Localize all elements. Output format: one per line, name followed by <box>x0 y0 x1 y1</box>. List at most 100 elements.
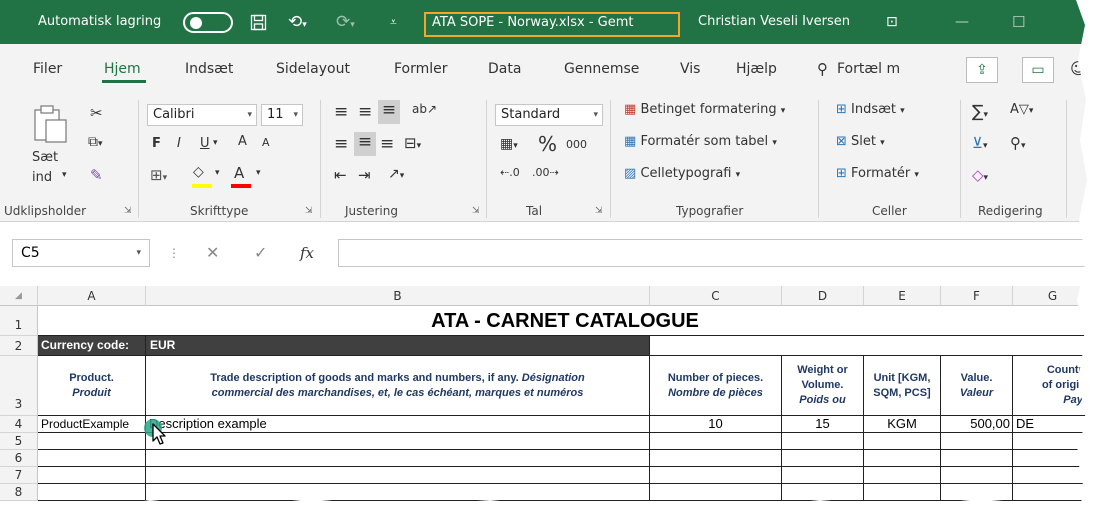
column-header-b[interactable]: B <box>146 286 650 306</box>
font-color-icon[interactable]: A <box>234 164 244 182</box>
format-painter-icon[interactable]: ✎ <box>90 166 103 184</box>
header-description[interactable]: Trade description of goods and marks and… <box>146 356 650 416</box>
grid-cell[interactable] <box>1013 450 1093 467</box>
increase-decimal-icon[interactable]: ⇠.0 <box>500 166 520 179</box>
conditional-formatting-button[interactable]: ▦ Betinget formatering ▾ <box>624 102 785 117</box>
font-size-select[interactable]: 11 ▾ <box>261 104 303 126</box>
decrease-decimal-icon[interactable]: .00⇢ <box>532 166 559 179</box>
quick-access-customize-icon[interactable]: ⩡ <box>390 0 397 44</box>
grid-cell[interactable] <box>1013 484 1093 501</box>
grid-cell[interactable] <box>146 450 650 467</box>
tab-view[interactable]: Vis <box>680 44 700 94</box>
fill-color-icon[interactable]: ◇ <box>193 164 204 180</box>
comments-icon[interactable]: ▭ <box>1022 57 1054 83</box>
cell-styles-button[interactable]: ▨ Celletypografi ▾ <box>624 166 740 181</box>
grid-cell[interactable] <box>864 450 941 467</box>
grid-cell[interactable] <box>146 433 650 450</box>
align-left-icon[interactable]: ≡ <box>334 134 348 154</box>
increase-indent-icon[interactable]: ⇥ <box>358 166 371 184</box>
align-right-icon[interactable]: ≡ <box>380 134 394 154</box>
cell-d4-weight[interactable]: 15 <box>782 416 864 433</box>
column-header-f[interactable]: F <box>941 286 1013 306</box>
grid-cell[interactable] <box>864 433 941 450</box>
grid-cell[interactable] <box>941 467 1013 484</box>
grid-cell[interactable] <box>38 484 146 501</box>
minimize-icon[interactable]: — <box>955 0 969 44</box>
redo-icon[interactable]: ⟳▾ <box>336 0 355 44</box>
tab-data[interactable]: Data <box>488 44 521 94</box>
cell-e4-unit[interactable]: KGM <box>864 416 941 433</box>
tab-help[interactable]: Hjælp <box>736 44 777 94</box>
number-launcher-icon[interactable]: ⇲ <box>595 206 603 216</box>
enter-icon[interactable]: ✓ <box>254 239 267 267</box>
autosave-toggle[interactable] <box>183 12 233 33</box>
catalogue-title[interactable]: ATA - CARNET CATALOGUE <box>38 306 1093 336</box>
grid-cell[interactable] <box>782 484 864 501</box>
cell-f4-value[interactable]: 500,00 <box>941 416 1013 433</box>
row-header-6[interactable]: 6 <box>0 450 38 467</box>
column-header-c[interactable]: C <box>650 286 782 306</box>
format-cells-button[interactable]: ⊞ Formatér ▾ <box>836 166 919 181</box>
align-top-icon[interactable]: ≡ <box>334 102 348 122</box>
grid-cell[interactable] <box>146 484 650 501</box>
grid-cell[interactable] <box>941 433 1013 450</box>
tab-page-layout[interactable]: Sidelayout <box>276 44 350 94</box>
shrink-font-button[interactable]: A <box>262 136 270 149</box>
header-pieces[interactable]: Number of pieces. Nombre de pièces <box>650 356 782 416</box>
copy-icon[interactable]: ⧉▾ <box>88 134 103 150</box>
cell-c4-pieces[interactable]: 10 <box>650 416 782 433</box>
find-select-icon[interactable]: ⚲▾ <box>1010 134 1026 152</box>
italic-button[interactable]: I <box>177 136 181 151</box>
grid-cell[interactable] <box>38 450 146 467</box>
header-product[interactable]: Product. Produit <box>38 356 146 416</box>
tab-formulas[interactable]: Formler <box>394 44 448 94</box>
column-header-d[interactable]: D <box>782 286 864 306</box>
grid-cell[interactable] <box>782 467 864 484</box>
grid-cell[interactable] <box>941 450 1013 467</box>
format-as-table-button[interactable]: ▦ Formatér som tabel ▾ <box>624 134 777 149</box>
grid-cell[interactable] <box>1013 433 1093 450</box>
tab-review[interactable]: Gennemse <box>564 44 639 94</box>
header-unit[interactable]: Unit [KGM, SQM, PCS] <box>864 356 941 416</box>
grow-font-button[interactable]: A <box>238 134 247 149</box>
grid-cell[interactable] <box>650 484 782 501</box>
empty-cell[interactable] <box>650 336 1093 356</box>
share-icon[interactable]: ⇪ <box>966 57 998 83</box>
percent-style-button[interactable]: % <box>538 132 557 156</box>
grid-cell[interactable] <box>864 467 941 484</box>
orientation-icon[interactable]: ab↗ <box>412 102 437 116</box>
grid-cell[interactable] <box>38 433 146 450</box>
borders-icon[interactable]: ⊞▾ <box>150 166 167 184</box>
name-box[interactable]: C5 ▾ <box>12 239 150 267</box>
row-header-8[interactable]: 8 <box>0 484 38 501</box>
align-bottom-icon[interactable]: ≡ <box>378 100 400 124</box>
chevron-down-icon[interactable]: ▾ <box>215 168 220 178</box>
select-all-corner[interactable]: ◢ <box>0 286 38 306</box>
decrease-indent-icon[interactable]: ⇤ <box>334 166 347 184</box>
text-direction-icon[interactable]: ↗▾ <box>388 166 404 182</box>
grid-cell[interactable] <box>782 433 864 450</box>
row-header-4[interactable]: 4 <box>0 416 38 433</box>
header-origin[interactable]: Country of origin. Pays <box>1013 356 1093 416</box>
row-header-5[interactable]: 5 <box>0 433 38 450</box>
column-header-e[interactable]: E <box>864 286 941 306</box>
grid-cell[interactable] <box>864 484 941 501</box>
currency-code-label[interactable]: Currency code: <box>38 336 146 356</box>
header-weight[interactable]: Weight or Volume. Poids ou <box>782 356 864 416</box>
currency-code-value[interactable]: EUR <box>146 336 650 356</box>
cell-g4-origin[interactable]: DE <box>1013 416 1093 433</box>
delete-cells-button[interactable]: ⊠ Slet ▾ <box>836 134 885 149</box>
paste-button[interactable]: Sæt ind ▾ <box>22 102 78 190</box>
row-header-1[interactable]: 1 <box>0 306 38 336</box>
cancel-icon[interactable]: ✕ <box>206 239 219 267</box>
font-name-select[interactable]: Calibri ▾ <box>147 104 257 126</box>
fill-icon[interactable]: ⊻▾ <box>972 134 988 152</box>
comma-style-button[interactable]: 000 <box>566 138 587 151</box>
insert-cells-button[interactable]: ⊞ Indsæt ▾ <box>836 102 905 117</box>
save-icon[interactable] <box>250 0 267 44</box>
row-header-2[interactable]: 2 <box>0 336 38 356</box>
ribbon-display-options-icon[interactable]: ⊡ <box>886 0 898 44</box>
search-icon[interactable]: ⚲ <box>817 44 828 94</box>
grid-cell[interactable] <box>146 467 650 484</box>
align-middle-icon[interactable]: ≡ <box>358 102 372 122</box>
